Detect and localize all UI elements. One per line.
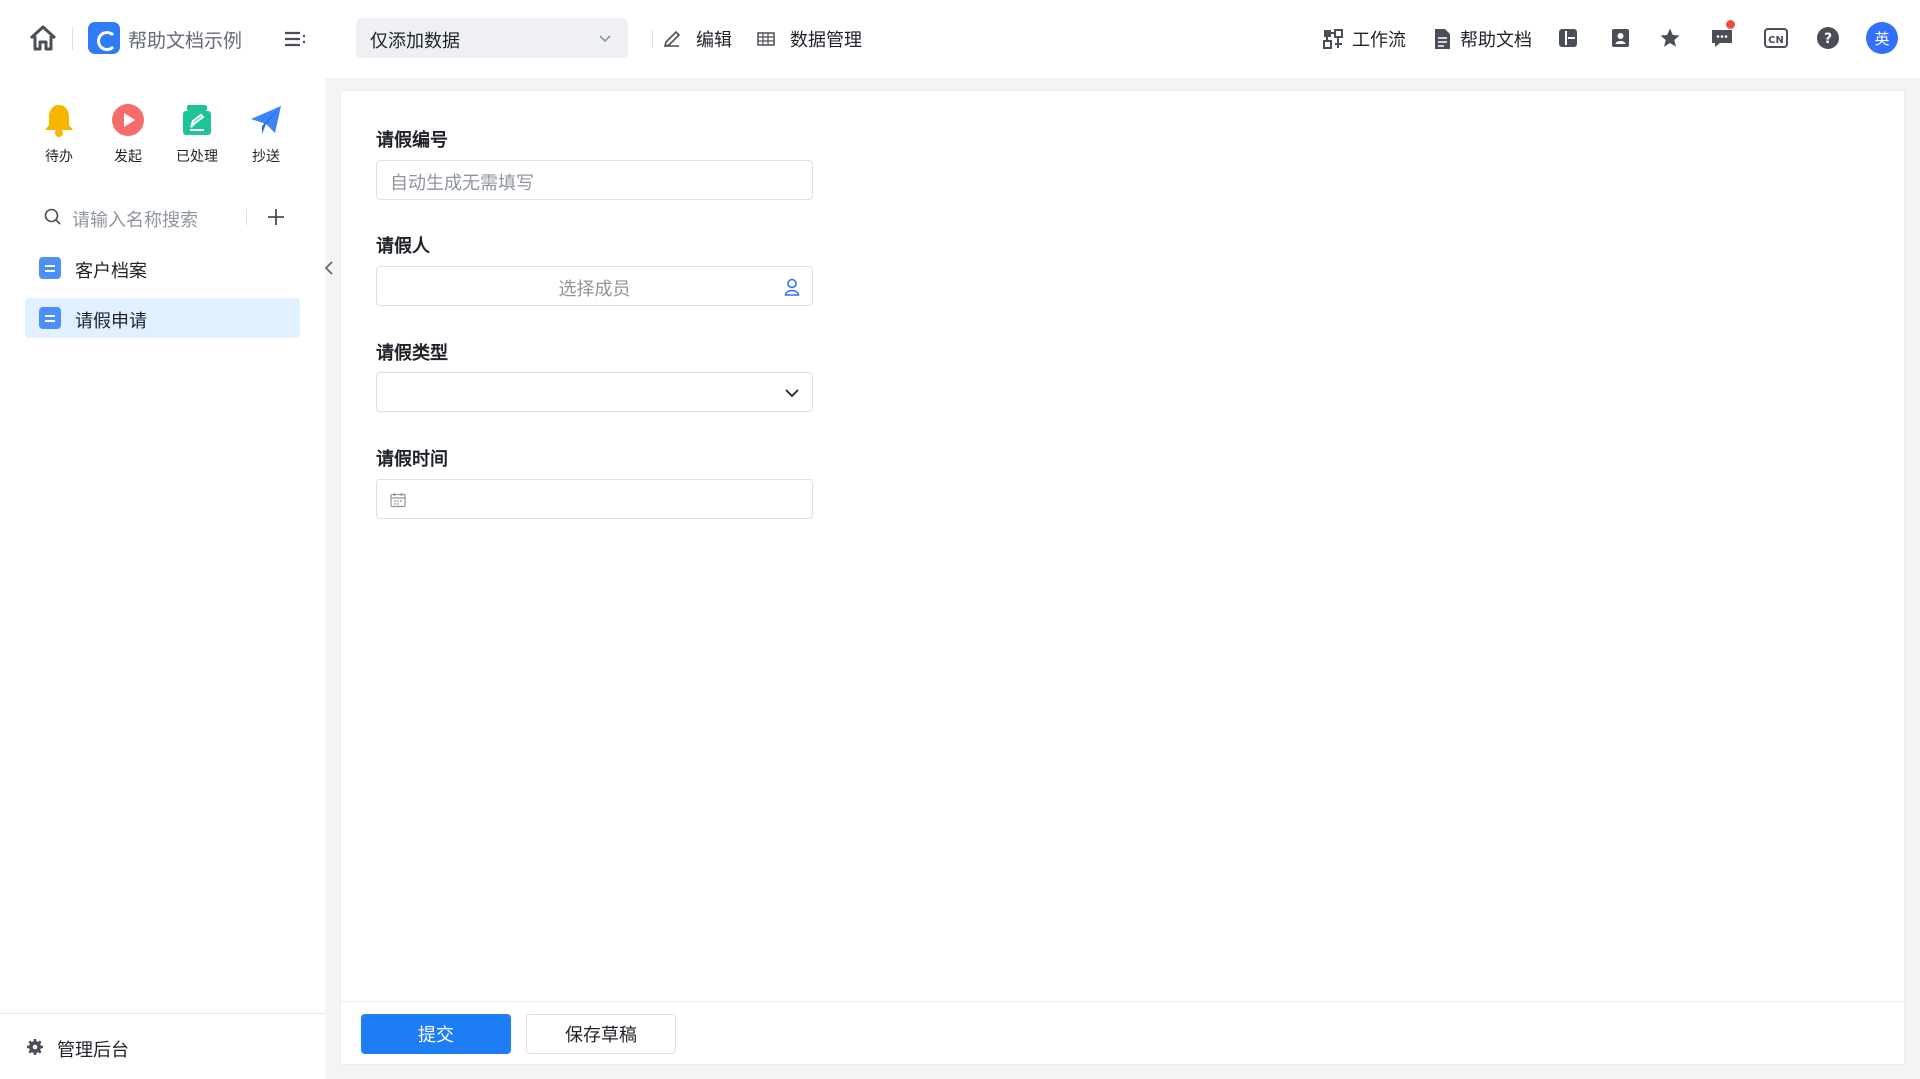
- table-icon: [757, 32, 775, 46]
- workflow-button[interactable]: 工作流: [1322, 24, 1406, 54]
- quick-initiate[interactable]: 发起: [93, 100, 163, 166]
- divider: [652, 30, 653, 48]
- save-draft-button[interactable]: 保存草稿: [526, 1014, 676, 1054]
- search-input[interactable]: 请输入名称搜索: [72, 206, 198, 232]
- admin-console-link[interactable]: 管理后台: [0, 1013, 325, 1079]
- help-docs-button[interactable]: 帮助文档: [1432, 24, 1532, 54]
- leave-number-placeholder: 自动生成无需填写: [390, 173, 534, 194]
- chevron-left-icon: [324, 261, 333, 275]
- quick-todo[interactable]: 待办: [24, 100, 94, 166]
- play-icon: [108, 100, 148, 140]
- view-selector[interactable]: 仅添加数据: [356, 18, 628, 58]
- add-icon[interactable]: [264, 205, 288, 229]
- data-manage-button[interactable]: 数据管理: [756, 24, 862, 54]
- sidebar-item-label: 请假申请: [75, 311, 147, 332]
- applicant-placeholder: 选择成员: [558, 279, 631, 300]
- language-icon[interactable]: CN: [1762, 24, 1790, 52]
- sidebar-search[interactable]: 请输入名称搜索: [42, 202, 302, 232]
- sidebar-item-customer-files[interactable]: 客户档案: [25, 248, 300, 288]
- edit-label: 编辑: [696, 30, 732, 51]
- admin-console-label: 管理后台: [57, 1040, 129, 1061]
- menu-toggle-icon[interactable]: [282, 26, 308, 52]
- notification-dot: [1726, 20, 1735, 29]
- leave-time-datepicker[interactable]: [376, 479, 813, 519]
- quick-cc[interactable]: 抄送: [231, 100, 301, 166]
- workflow-label: 工作流: [1352, 30, 1406, 51]
- leave-type-select[interactable]: [376, 372, 813, 412]
- document-icon: [1435, 29, 1450, 49]
- leave-number-field[interactable]: 自动生成无需填写: [376, 160, 813, 200]
- form-panel: 请假编号 自动生成无需填写 请假人 选择成员 请假类型 请假时间 提交 保存草稿: [340, 90, 1905, 1065]
- view-selector-value: 仅添加数据: [370, 31, 460, 52]
- top-bar: 帮助文档示例 仅添加数据 编辑 数据管理 工作流 帮助文档 CN ? 英: [0, 0, 1920, 78]
- form-doc-icon: [39, 257, 61, 279]
- submit-button[interactable]: 提交: [361, 1014, 511, 1054]
- quick-todo-label: 待办: [45, 149, 73, 165]
- help-docs-label: 帮助文档: [1460, 30, 1532, 51]
- applicant-member-picker[interactable]: 选择成员: [376, 266, 813, 306]
- workflow-icon: [1323, 29, 1343, 49]
- quick-processed[interactable]: 已处理: [162, 100, 232, 166]
- contacts-icon[interactable]: [1606, 24, 1634, 52]
- layout-icon[interactable]: [1554, 24, 1582, 52]
- divider: [246, 209, 247, 225]
- sidebar-item-label: 客户档案: [75, 261, 147, 282]
- field-label-leave-number: 请假编号: [376, 130, 448, 151]
- edit-button[interactable]: 编辑: [662, 24, 732, 54]
- field-label-leave-time: 请假时间: [376, 449, 448, 470]
- app-name[interactable]: 帮助文档示例: [128, 26, 242, 53]
- form-doc-icon: [39, 307, 61, 329]
- send-icon: [246, 100, 286, 140]
- chevron-down-icon: [599, 35, 611, 43]
- user-icon: [784, 278, 800, 296]
- data-manage-label: 数据管理: [790, 30, 862, 51]
- quick-initiate-label: 发起: [114, 149, 142, 165]
- help-icon[interactable]: ?: [1814, 24, 1842, 52]
- form-footer: 提交 保存草稿: [341, 1001, 1904, 1064]
- sidebar-collapse-toggle[interactable]: [318, 210, 342, 326]
- star-icon[interactable]: [1656, 24, 1684, 52]
- processed-icon: [177, 100, 217, 140]
- chevron-down-icon: [785, 389, 799, 398]
- gear-icon: [27, 1039, 43, 1055]
- sidebar: 待办 发起 已处理 抄送 请输入名称搜索 客户档案 请假申请 管理后台: [0, 78, 325, 1079]
- pencil-icon: [663, 30, 681, 48]
- message-icon[interactable]: [1708, 20, 1736, 52]
- field-label-leave-type: 请假类型: [376, 343, 448, 364]
- avatar[interactable]: 英: [1866, 22, 1898, 54]
- sidebar-item-leave-request[interactable]: 请假申请: [25, 298, 300, 338]
- divider: [72, 27, 73, 51]
- bell-icon: [39, 100, 79, 140]
- search-icon: [44, 208, 61, 225]
- svg-text:?: ?: [1824, 31, 1832, 47]
- language-label: CN: [1768, 35, 1784, 46]
- home-icon[interactable]: [28, 24, 60, 54]
- field-label-applicant: 请假人: [376, 236, 430, 257]
- quick-processed-label: 已处理: [176, 149, 218, 165]
- calendar-icon: [390, 493, 406, 508]
- app-logo-icon: [88, 22, 120, 54]
- quick-cc-label: 抄送: [252, 149, 280, 165]
